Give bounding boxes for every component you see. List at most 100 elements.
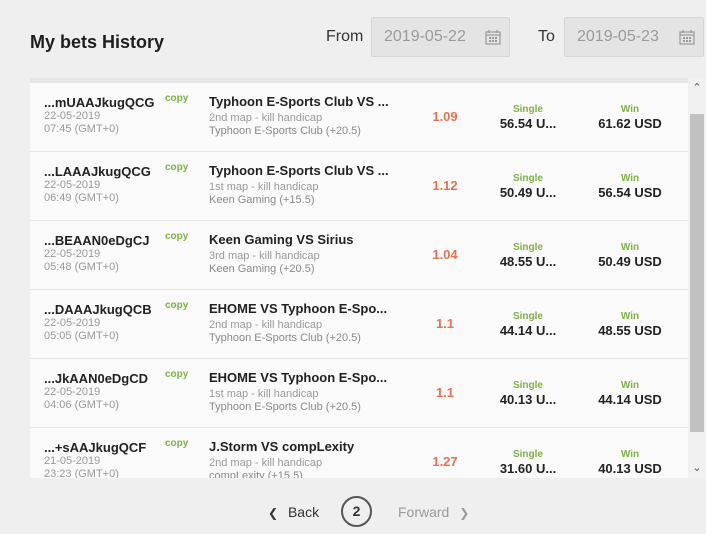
market-name: 2nd map - kill handicap [209,457,323,469]
odds-value: 1.09 [432,109,458,124]
stake-amount: 48.55 U... [499,254,557,269]
payout-amount: 40.13 USD [598,461,662,476]
bet-type: Single [512,242,543,253]
match-name: Keen Gaming VS Sirius [209,232,354,247]
market-name: 3rd map - kill handicap [209,250,320,262]
bet-result: Win [620,449,640,460]
copy-link[interactable]: copy [165,438,188,449]
stake-amount: 44.14 U... [499,323,557,338]
from-date-field[interactable]: 2019-05-22 [371,17,510,57]
odds-value: 1.12 [432,178,458,193]
from-date-value: 2019-05-22 [384,28,466,45]
bet-type: Single [512,104,543,115]
payout-amount: 61.62 USD [598,116,662,131]
market-name: 2nd map - kill handicap [209,319,323,331]
bet-result: Win [620,380,640,391]
bet-result: Win [620,104,640,115]
pick-name: Keen Gaming (+15.5) [209,194,315,206]
bet-id: ...DAAAJkugQCB [44,302,152,317]
copy-link[interactable]: copy [165,369,188,380]
forward-label: Forward [398,504,450,520]
copy-link[interactable]: copy [165,300,188,311]
bet-result: Win [620,311,640,322]
payout-amount: 56.54 USD [598,185,662,200]
bet-row: ...JkAAN0eDgCD copy 22-05-2019 04:06 (GM… [30,359,688,428]
payout-amount: 48.55 USD [598,323,662,338]
back-label: Back [287,504,320,520]
from-label: From [326,28,364,45]
bet-row: ...DAAAJkugQCB copy 22-05-2019 05:05 (GM… [30,290,688,359]
bet-date: 22-05-2019 [44,248,101,260]
copy-link[interactable]: copy [165,162,188,173]
match-name: EHOME VS Typhoon E-Spo... [209,370,388,385]
header: My bets History From 2019-05-22 To 2019-… [0,0,706,80]
bet-date: 22-05-2019 [44,179,101,191]
copy-link[interactable]: copy [165,93,188,104]
scroll-down-arrow-icon[interactable]: ⌄ [688,460,706,476]
to-date-field[interactable]: 2019-05-23 [564,17,704,57]
stake-amount: 50.49 U... [499,185,557,200]
bet-row: ...mUAAJkugQCG copy 22-05-2019 07:45 (GM… [30,83,688,152]
chevron-left-icon: ❮ [268,506,279,520]
odds-value: 1.1 [435,316,455,331]
bet-id: ...+sAAJkugQCF [44,440,147,455]
scrollbar[interactable]: ⌃ ⌄ [688,78,706,478]
bets-list: ...mUAAJkugQCG copy 22-05-2019 07:45 (GM… [30,78,706,478]
to-date-value: 2019-05-23 [577,28,659,45]
market-name: 1st map - kill handicap [209,388,319,400]
pick-name: Typhoon E-Sports Club (+20.5) [209,332,361,344]
stake-amount: 56.54 U... [499,116,557,131]
calendar-icon[interactable] [485,29,501,45]
pagination: ❮ Back 2 Forward ❯ [0,494,706,530]
page-title: My bets History [30,32,165,52]
bet-id: ...BEAAN0eDgCJ [44,233,150,248]
bet-id: ...LAAAJkugQCG [44,164,151,179]
bet-time: 06:49 (GMT+0) [44,192,119,204]
pick-name: Typhoon E-Sports Club (+20.5) [209,125,361,137]
bet-time: 07:45 (GMT+0) [44,123,119,135]
bet-time: 04:06 (GMT+0) [44,399,119,411]
chevron-right-icon: ❯ [459,506,470,520]
bet-row: ...BEAAN0eDgCJ copy 22-05-2019 05:48 (GM… [30,221,688,290]
to-label: To [538,28,555,45]
market-name: 1st map - kill handicap [209,181,319,193]
stake-amount: 40.13 U... [499,392,557,407]
bet-id: ...JkAAN0eDgCD [44,371,149,386]
bet-date: 22-05-2019 [44,317,101,329]
bet-result: Win [620,242,640,253]
bet-type: Single [512,449,543,460]
bet-date: 22-05-2019 [44,110,101,122]
odds-value: 1.04 [432,247,458,262]
copy-link[interactable]: copy [165,231,188,242]
bet-type: Single [512,380,543,391]
bet-time: 05:05 (GMT+0) [44,330,119,342]
bet-row: ...+sAAJkugQCF copy 21-05-2019 23:23 (GM… [30,428,688,478]
pick-name: compLexity (+15.5) [209,470,303,478]
bet-row: ...LAAAJkugQCG copy 22-05-2019 06:49 (GM… [30,152,688,221]
scrollbar-thumb[interactable] [690,114,704,432]
odds-value: 1.1 [435,385,455,400]
scroll-up-arrow-icon[interactable]: ⌃ [688,80,706,96]
market-name: 2nd map - kill handicap [209,112,323,124]
payout-amount: 44.14 USD [598,392,662,407]
match-name: Typhoon E-Sports Club VS ... [209,94,389,109]
bet-time: 23:23 (GMT+0) [44,468,119,478]
bet-date: 22-05-2019 [44,386,101,398]
bet-result: Win [620,173,640,184]
forward-button[interactable]: Forward ❯ [398,504,469,520]
bet-id: ...mUAAJkugQCG [44,95,155,110]
bet-date: 21-05-2019 [44,455,101,467]
stake-amount: 31.60 U... [499,461,557,476]
payout-amount: 50.49 USD [598,254,662,269]
match-name: J.Storm VS compLexity [209,439,355,454]
pick-name: Typhoon E-Sports Club (+20.5) [209,401,361,413]
match-name: EHOME VS Typhoon E-Spo... [209,301,388,316]
current-page[interactable]: 2 [341,496,372,527]
odds-value: 1.27 [432,454,458,469]
bet-type: Single [512,173,543,184]
back-button[interactable]: ❮ Back [268,504,319,520]
match-name: Typhoon E-Sports Club VS ... [209,163,389,178]
calendar-icon[interactable] [679,29,695,45]
pick-name: Keen Gaming (+20.5) [209,263,315,275]
bet-time: 05:48 (GMT+0) [44,261,119,273]
